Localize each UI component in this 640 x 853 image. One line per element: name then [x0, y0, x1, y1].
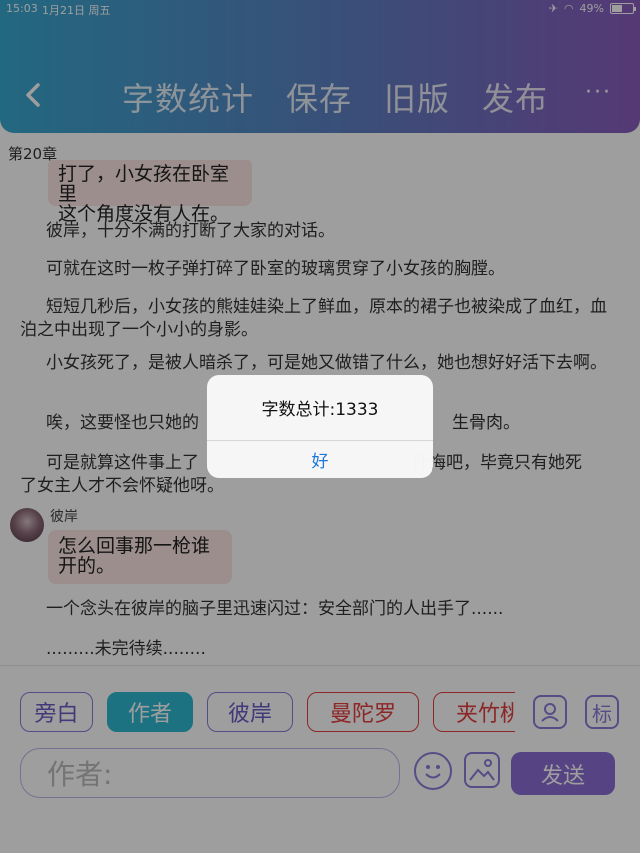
dialog-ok-button[interactable]: 好: [207, 441, 433, 478]
dialog-message: 字数总计:1333: [207, 375, 433, 441]
word-count-dialog: 字数总计:1333 好: [207, 375, 433, 478]
